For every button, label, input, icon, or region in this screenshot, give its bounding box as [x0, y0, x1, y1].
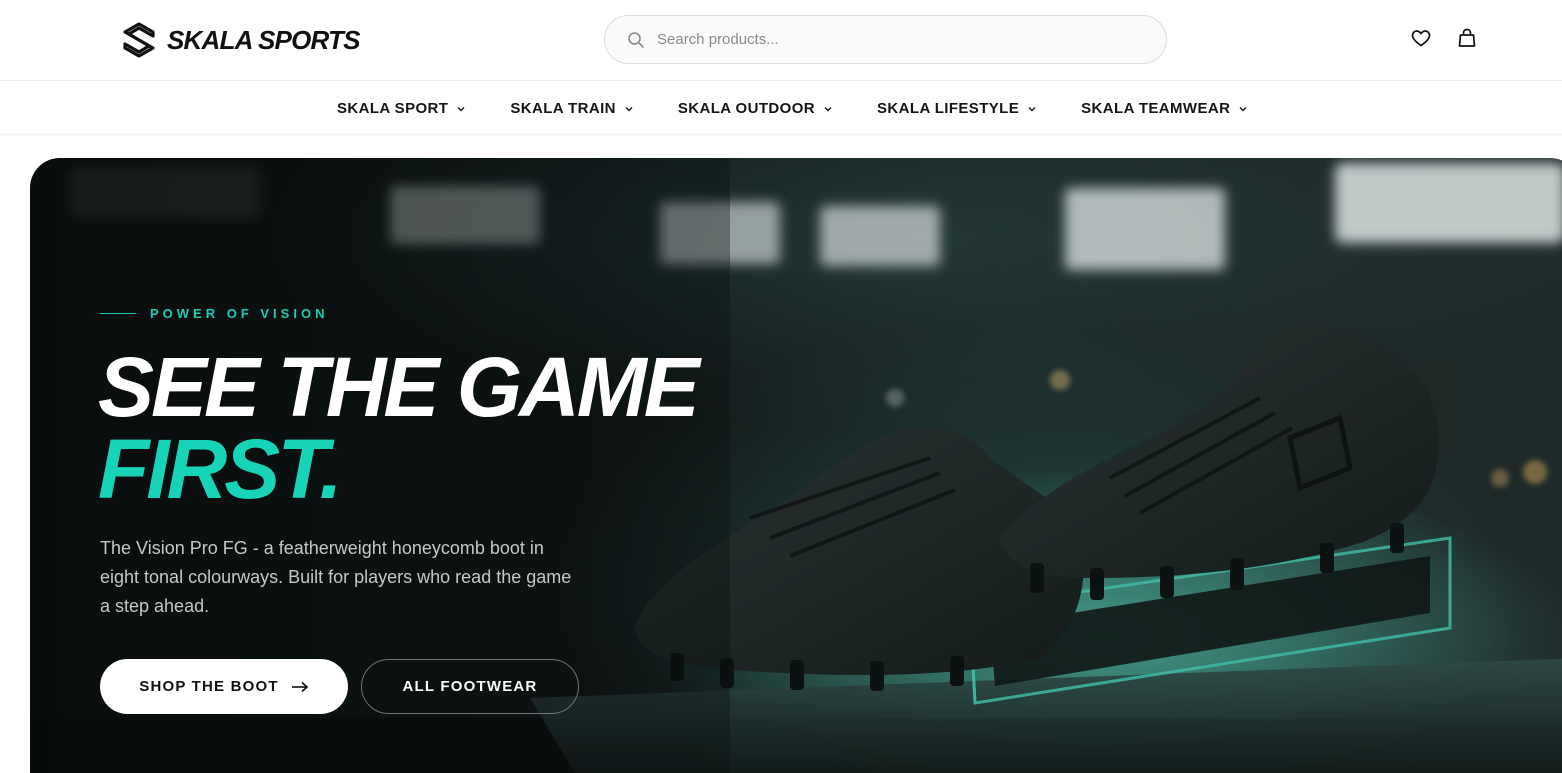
chevron-down-icon: [1028, 106, 1036, 111]
nav-item-label: SKALA TEAMWEAR: [1081, 100, 1231, 117]
eyebrow-divider: [100, 313, 136, 314]
chevron-down-icon: [457, 106, 465, 111]
shopping-bag-icon[interactable]: [1456, 27, 1478, 49]
nav-item-label: SKALA OUTDOOR: [677, 100, 816, 117]
headline-line-2: FIRST.: [98, 422, 343, 516]
nav-item-label: SKALA SPORT: [337, 100, 449, 117]
nav-item-skala-train[interactable]: SKALA TRAIN: [510, 100, 634, 117]
hero-banner: POWER OF VISION SEE THE GAME FIRST. The …: [30, 158, 1562, 773]
hero-eyebrow: POWER OF VISION: [100, 306, 328, 321]
nav-item-label: SKALA TRAIN: [510, 100, 616, 117]
headline-line-1: SEE THE GAME: [98, 340, 700, 434]
all-footwear-label: ALL FOOTWEAR: [402, 678, 538, 695]
chevron-down-icon: [625, 106, 633, 111]
eyebrow-text: POWER OF VISION: [150, 306, 329, 321]
hero-description: The Vision Pro FG - a featherweight hone…: [100, 538, 572, 616]
header-actions: [1410, 27, 1478, 49]
all-footwear-button[interactable]: ALL FOOTWEAR: [361, 659, 579, 714]
site-header: SKALA SPORTS: [0, 0, 1562, 81]
search-input[interactable]: [657, 31, 1117, 48]
nav-item-skala-lifestyle[interactable]: SKALA LIFESTYLE: [877, 100, 1037, 117]
chevron-down-icon: [824, 106, 832, 111]
heart-icon[interactable]: [1410, 27, 1432, 49]
nav-item-skala-teamwear[interactable]: SKALA TEAMWEAR: [1081, 100, 1248, 117]
brand-logo[interactable]: SKALA SPORTS: [121, 20, 360, 60]
search-bar[interactable]: [604, 15, 1167, 64]
brand-name: SKALA SPORTS: [167, 24, 360, 55]
nav-item-skala-outdoor[interactable]: SKALA OUTDOOR: [678, 100, 833, 117]
shop-the-boot-button[interactable]: SHOP THE BOOT: [100, 659, 348, 714]
skala-s-logo-icon: [123, 22, 155, 58]
arrow-right-icon: [291, 681, 308, 692]
nav-item-skala-sport[interactable]: SKALA SPORT: [337, 100, 466, 117]
search-icon: [628, 31, 644, 48]
shop-the-boot-label: SHOP THE BOOT: [139, 678, 279, 695]
chevron-down-icon: [1239, 106, 1247, 111]
main-navigation: SKALA SPORT SKALA TRAIN SKALA OUTDOOR SK…: [0, 82, 1562, 135]
nav-item-label: SKALA LIFESTYLE: [877, 100, 1020, 117]
hero-headline: SEE THE GAME FIRST.: [98, 340, 700, 516]
